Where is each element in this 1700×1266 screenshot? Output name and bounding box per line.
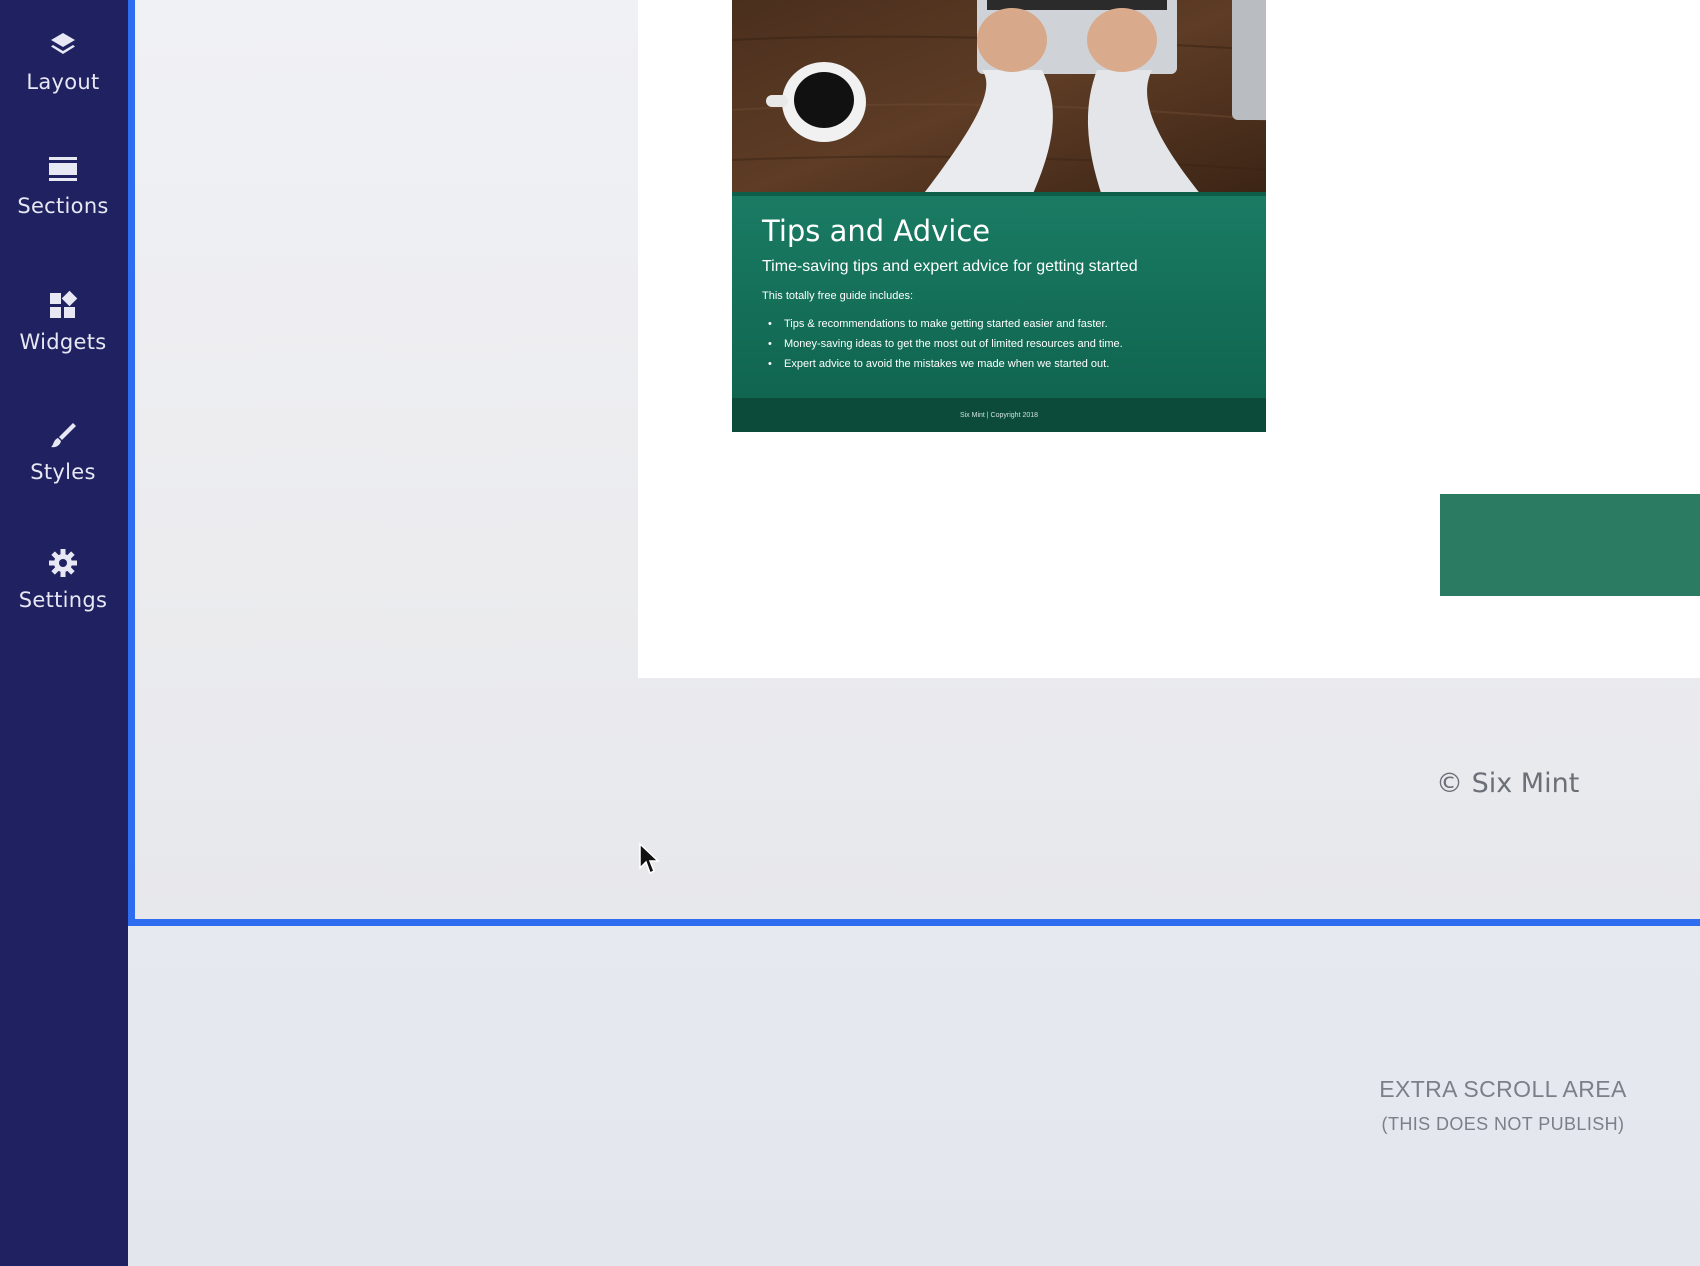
site-editor: Layout Sections Widgets Styles Settings … bbox=[0, 0, 1700, 1266]
sidebar-item-sections[interactable]: Sections bbox=[0, 152, 126, 218]
list-item: Money-saving ideas to get the most out o… bbox=[762, 334, 1123, 354]
sidebar-item-label: Sections bbox=[17, 194, 109, 218]
layers-icon bbox=[46, 28, 80, 62]
extra-scroll-title: EXTRA SCROLL AREA bbox=[1379, 1076, 1627, 1102]
mouse-cursor-icon bbox=[639, 842, 660, 875]
sidebar-item-label: Settings bbox=[18, 588, 108, 612]
guide-includes-label: This totally free guide includes: bbox=[762, 290, 914, 302]
sections-icon bbox=[46, 152, 80, 186]
guide-bullet-list: Tips & recommendations to make getting s… bbox=[762, 314, 1123, 374]
guide-subtitle: Time-saving tips and expert advice for g… bbox=[762, 258, 1138, 275]
editor-sidebar: Layout Sections Widgets Styles Settings bbox=[0, 0, 128, 1266]
guide-title: Tips and Advice bbox=[762, 214, 991, 248]
gear-icon bbox=[46, 546, 80, 580]
sidebar-item-label: Styles bbox=[30, 460, 96, 484]
sidebar-item-widgets[interactable]: Widgets bbox=[0, 288, 126, 354]
laptop-coffee-photo bbox=[732, 0, 1266, 196]
list-item: Expert advice to avoid the mistakes we m… bbox=[762, 354, 1123, 374]
widgets-icon bbox=[46, 288, 80, 322]
guide-card-footer: Six Mint | Copyright 2018 bbox=[732, 398, 1266, 432]
brush-icon bbox=[46, 418, 80, 452]
extra-scroll-subtitle: (THIS DOES NOT PUBLISH) bbox=[1381, 1114, 1625, 1134]
footer-copyright[interactable]: © Six Mint bbox=[1436, 768, 1579, 799]
guide-card-body: Tips and Advice Time-saving tips and exp… bbox=[732, 196, 1266, 398]
sidebar-item-label: Widgets bbox=[19, 330, 107, 354]
sidebar-item-styles[interactable]: Styles bbox=[0, 418, 126, 484]
cta-button[interactable] bbox=[1440, 494, 1700, 596]
sidebar-item-settings[interactable]: Settings bbox=[0, 546, 126, 612]
sidebar-item-label: Layout bbox=[26, 70, 100, 94]
list-item: Tips & recommendations to make getting s… bbox=[762, 314, 1123, 334]
guide-card-image[interactable]: Tips and Advice Time-saving tips and exp… bbox=[732, 0, 1266, 432]
sidebar-item-layout[interactable]: Layout bbox=[0, 28, 126, 94]
